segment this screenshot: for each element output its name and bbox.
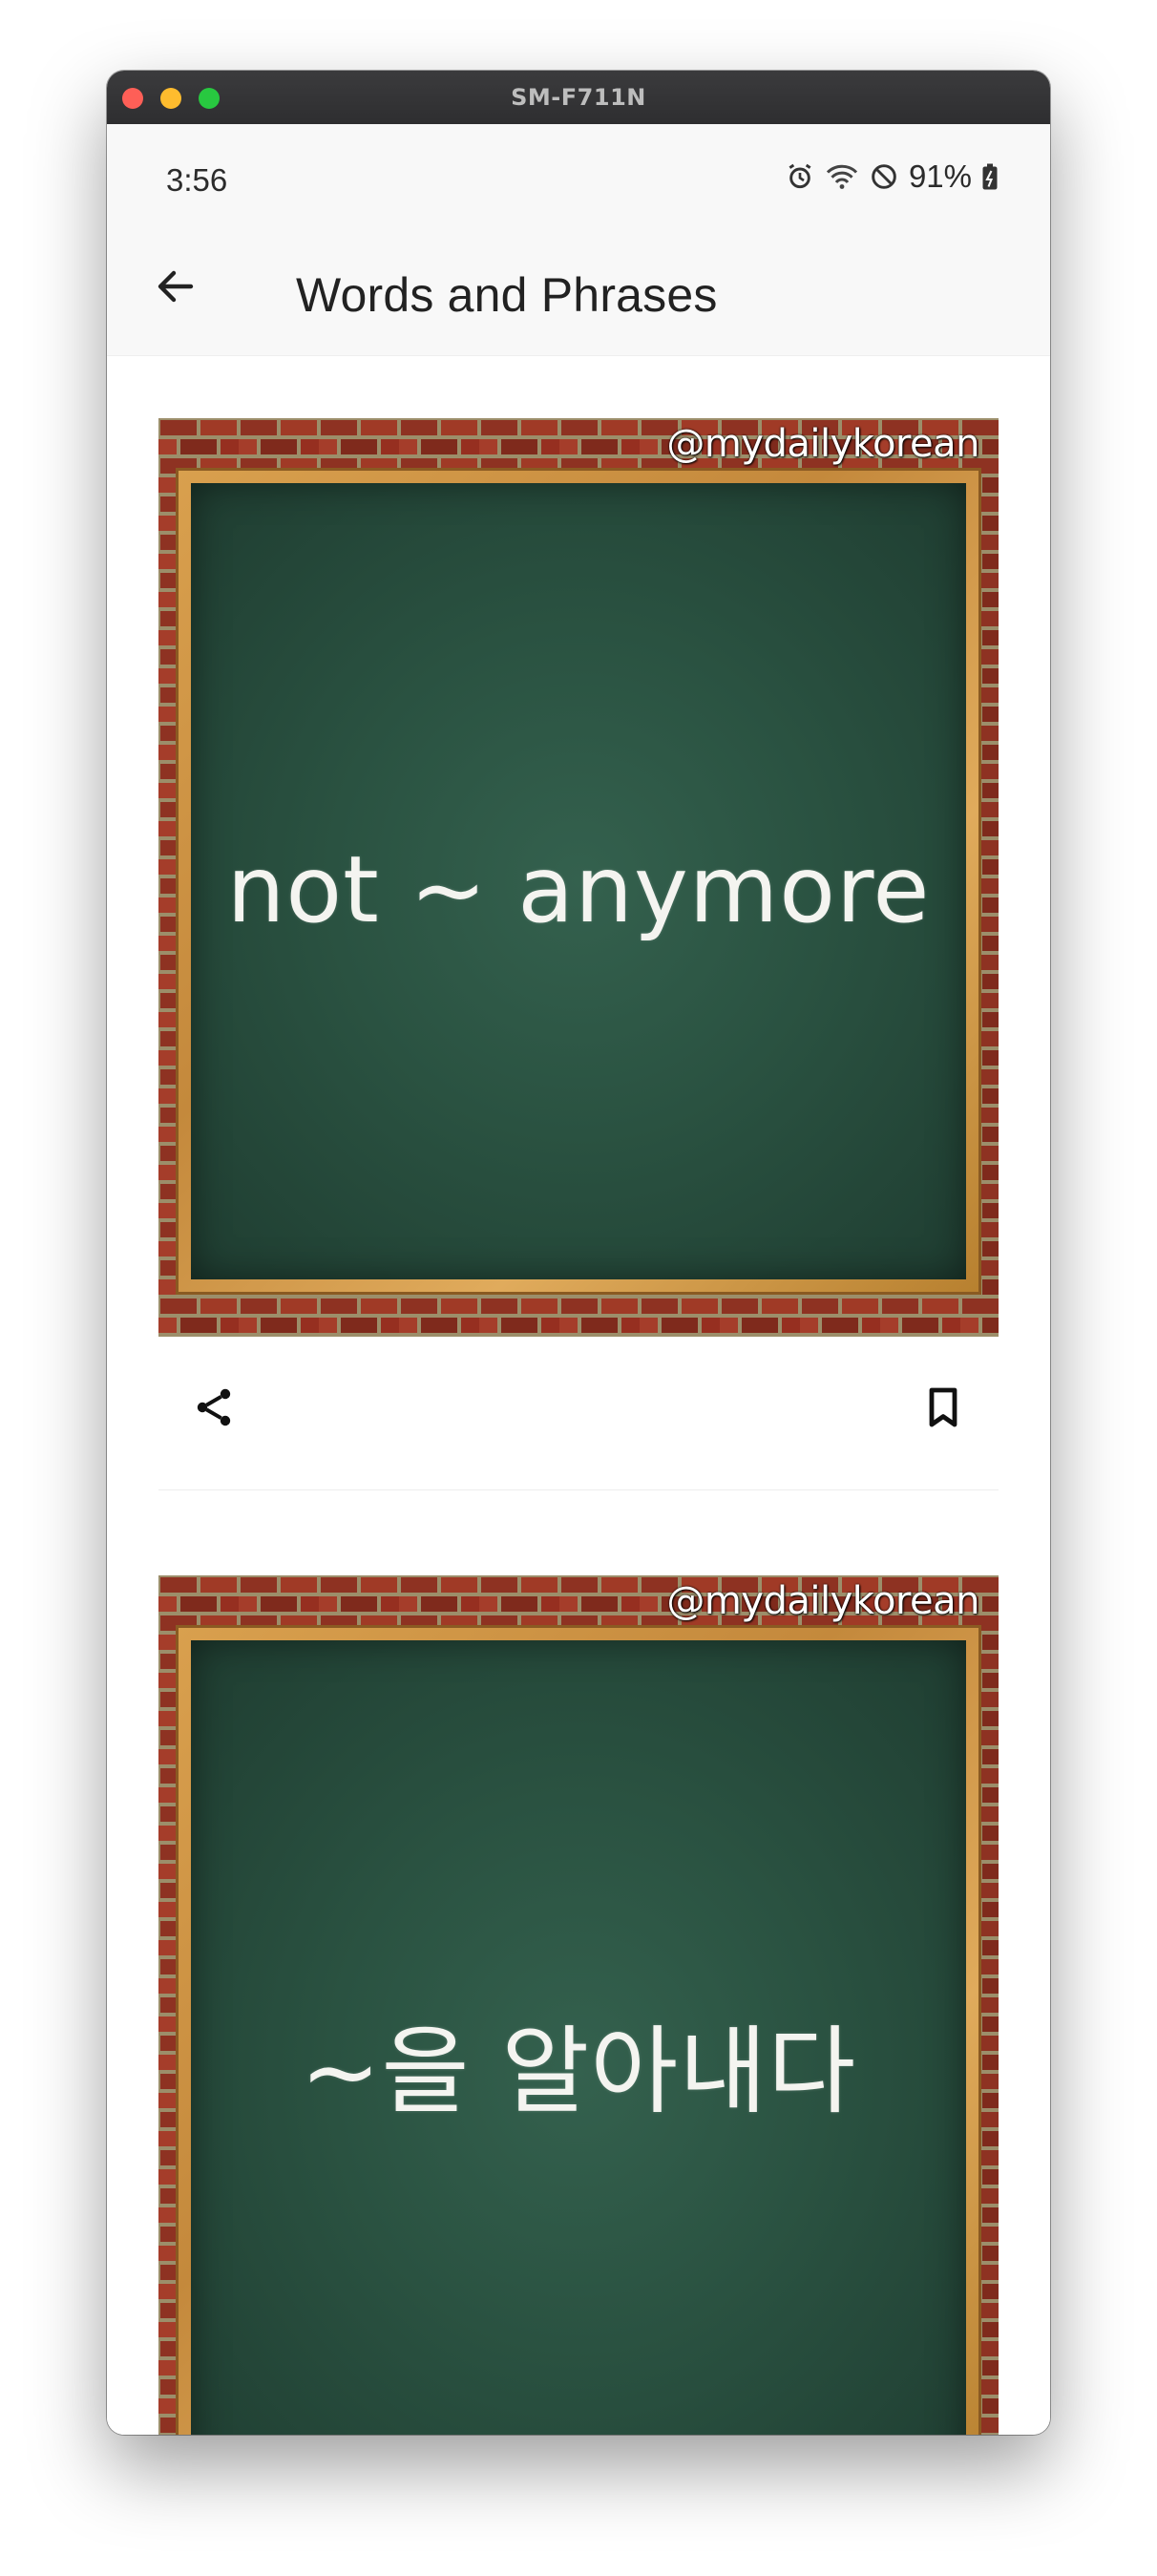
back-button[interactable] — [149, 262, 202, 315]
wifi-icon — [825, 161, 859, 192]
arrow-left-icon — [153, 264, 199, 314]
chalkboard: ~을 알아내다 — [191, 1640, 966, 2435]
battery-charging-icon — [981, 162, 999, 191]
bookmark-outline-icon — [922, 1384, 964, 1435]
alarm-icon — [785, 161, 815, 192]
bookmark-button[interactable] — [911, 1377, 976, 1442]
watermark: @mydailykorean — [666, 422, 979, 466]
status-time: 3:56 — [166, 162, 228, 198]
window-title: SM-F711N — [511, 84, 646, 111]
do-not-disturb-icon — [869, 161, 899, 192]
status-icons: 91% — [785, 158, 999, 195]
watermark: @mydailykorean — [666, 1579, 979, 1623]
phrase-text: not ~ anymore — [226, 836, 931, 943]
status-bar: 3:56 91% — [107, 124, 1050, 223]
chalkboard-frame: not ~ anymore — [176, 468, 981, 1295]
card-actions — [158, 1337, 999, 1490]
app-bar: Words and Phrases — [107, 223, 1050, 356]
chalkboard-frame: ~을 알아내다 — [176, 1625, 981, 2435]
battery-percentage: 91% — [908, 158, 972, 194]
share-button[interactable] — [181, 1377, 246, 1442]
chalkboard: not ~ anymore — [191, 483, 966, 1279]
phone-screen: 3:56 91% Words and Phrases not ~ anymore… — [107, 124, 1050, 2435]
phrase-text: ~을 알아내다 — [300, 2016, 857, 2127]
device-window: SM-F711N 3:56 91% Words and Phrases not … — [107, 71, 1050, 2435]
share-icon — [191, 1384, 237, 1435]
page-title: Words and Phrases — [296, 268, 718, 322]
phrase-card-image[interactable]: ~을 알아내다 @mydailykorean — [158, 1575, 999, 2435]
window-titlebar: SM-F711N — [107, 71, 1050, 124]
phrase-card-image[interactable]: not ~ anymore @mydailykorean — [158, 418, 999, 1337]
